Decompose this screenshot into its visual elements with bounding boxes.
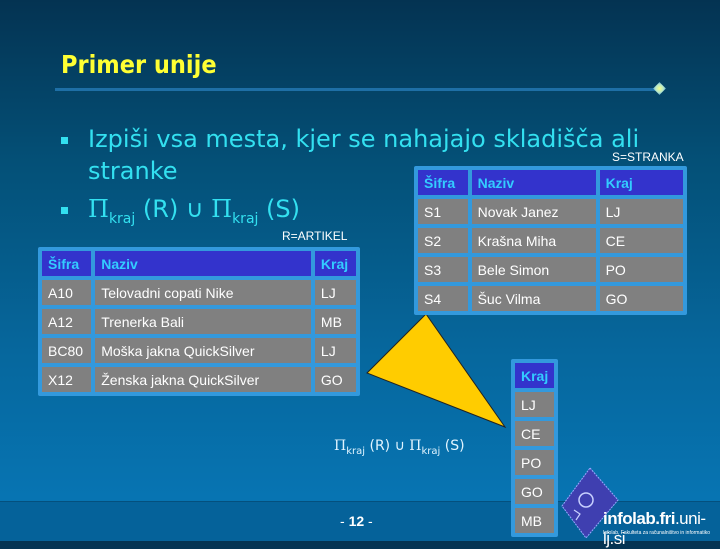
cell-kraj: CE [599,228,683,253]
cell-kraj: GO [314,367,356,392]
cell-kraj: LJ [314,338,356,363]
cell-kraj: MB [314,309,356,334]
cell-sifra: S4 [418,286,468,311]
table-row: S4 Šuc Vilma GO [418,286,683,311]
cell-sifra: S3 [418,257,468,282]
result-formula: Πkraj (R) ∪ Πkraj (S) [334,438,465,457]
cell-naziv: Ženska jakna QuickSilver [95,367,311,392]
cell-kraj: GO [515,479,555,504]
table-artikel: Šifra Naziv Kraj A10 Telovadni copati Ni… [38,247,360,396]
table-stranka: Šifra Naziv Kraj S1 Novak Janez LJ S2 Kr… [414,166,687,315]
projection-symbol: Π [334,438,347,454]
projection-symbol: Π [409,438,422,454]
table-row: LJ [515,392,555,417]
cell-kraj: MB [515,508,555,533]
cell-naziv: Šuc Vilma [471,286,596,311]
column-header: Šifra [418,170,468,195]
cell-naziv: Novak Janez [471,199,596,224]
logo-part-infolab: infolab. [603,509,660,528]
table-header-row: Kraj [515,363,555,388]
cell-sifra: A12 [42,309,92,334]
table-row: S2 Krašna Miha CE [418,228,683,253]
cell-kraj: LJ [599,199,683,224]
page-number-prefix: - [340,513,349,529]
table-row: S1 Novak Janez LJ [418,199,683,224]
table-row: GO [515,479,555,504]
page-number-value: 12 [348,513,365,529]
table-row: BC80 Moška jakna QuickSilver LJ [42,338,356,363]
cell-naziv: Bele Simon [471,257,596,282]
logo-wordmark: infolab.fri.uni-lj.si [603,509,720,549]
column-header: Naziv [95,251,311,276]
table-row: A12 Trenerka Bali MB [42,309,356,334]
page-number: - 12 - [340,513,373,529]
projection-attribute: kraj [421,446,441,457]
table-row: X12 Ženska jakna QuickSilver GO [42,367,356,392]
table-result: Kraj LJ CE PO GO MB [511,359,559,537]
table-row: A10 Telovadni copati Nike LJ [42,280,356,305]
table-row: S3 Bele Simon PO [418,257,683,282]
table-row: MB [515,508,555,533]
cell-sifra: S2 [418,228,468,253]
cell-sifra: X12 [42,367,92,392]
cell-kraj: PO [515,450,555,475]
table-header-row: Šifra Naziv Kraj [418,170,683,195]
cell-naziv: Moška jakna QuickSilver [95,338,311,363]
table-row: PO [515,450,555,475]
cell-kraj: CE [515,421,555,446]
cell-naziv: Krašna Miha [471,228,596,253]
column-header: Šifra [42,251,92,276]
table-header-row: Šifra Naziv Kraj [42,251,356,276]
formula-end: (S) [440,438,465,454]
cell-sifra: BC80 [42,338,92,363]
table-row: CE [515,421,555,446]
cell-sifra: S1 [418,199,468,224]
projection-attribute: kraj [346,446,366,457]
cell-sifra: A10 [42,280,92,305]
logo-part-fri: fri [659,509,675,528]
cell-naziv: Trenerka Bali [95,309,311,334]
column-header: Naziv [471,170,596,195]
cell-kraj: LJ [515,392,555,417]
logo-tagline: Infolab, Fakulteta za računalništvo in i… [603,530,710,536]
arrow-triangle [366,313,507,429]
page-number-suffix: - [364,513,373,529]
column-header: Kraj [314,251,356,276]
cell-naziv: Telovadni copati Nike [95,280,311,305]
column-header: Kraj [599,170,683,195]
cell-kraj: PO [599,257,683,282]
column-header: Kraj [515,363,555,388]
formula-middle: (R) ∪ [365,438,410,454]
cell-kraj: GO [599,286,683,311]
cell-kraj: LJ [314,280,356,305]
